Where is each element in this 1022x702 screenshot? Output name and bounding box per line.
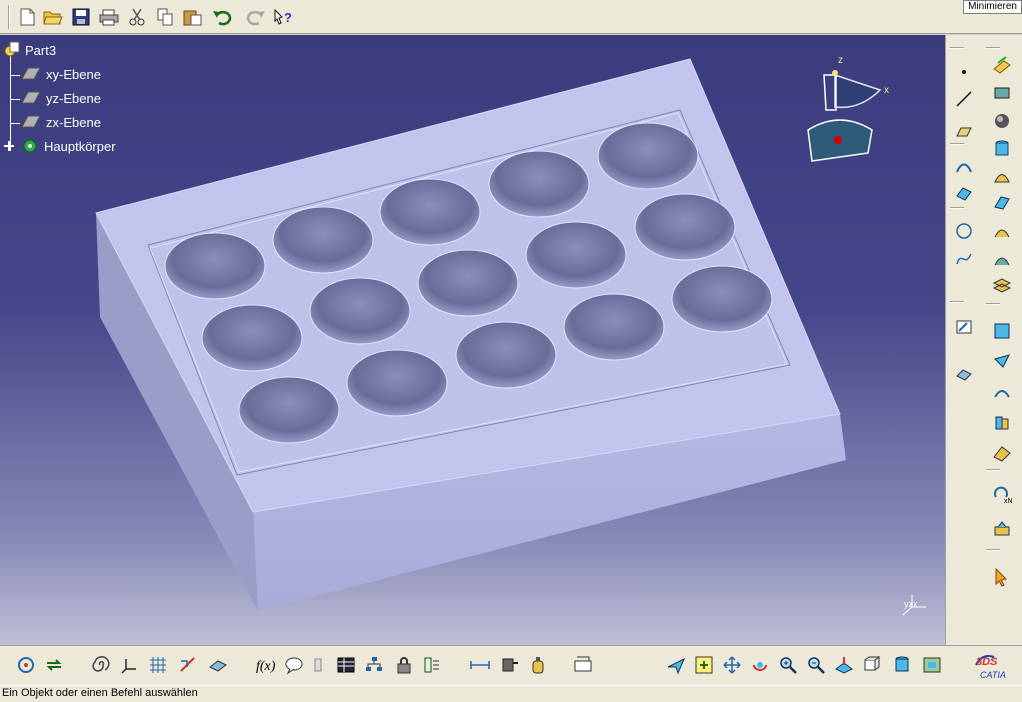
fillet-icon[interactable]: [990, 319, 1014, 343]
tree-item-label: yz-Ebene: [46, 90, 101, 106]
tree-item-label: xy-Ebene: [46, 66, 101, 82]
3d-viewport[interactable]: z x yzx Part3 xy-Ebene yz-Ebene zx-Ebene: [0, 35, 945, 645]
copy-icon[interactable]: [154, 6, 176, 28]
hierarchy-icon[interactable]: [362, 653, 386, 677]
print-icon[interactable]: [98, 6, 120, 28]
tree-item-main-body[interactable]: Hauptkörper: [2, 137, 116, 155]
hide-show-icon[interactable]: [920, 653, 944, 677]
expand-plus-icon[interactable]: [2, 137, 20, 155]
tree-item-yz-plane[interactable]: yz-Ebene: [20, 89, 101, 107]
zoom-in-icon[interactable]: [776, 653, 800, 677]
extract-icon[interactable]: [952, 361, 976, 385]
compass-x-label: x: [884, 85, 889, 96]
render-style-icon[interactable]: [890, 653, 914, 677]
surface-icon[interactable]: [952, 181, 976, 205]
catalog-icon[interactable]: [572, 653, 596, 677]
pattern-icon[interactable]: xN: [990, 483, 1014, 507]
tree-item-label: zx-Ebene: [46, 114, 101, 130]
stiffener-icon[interactable]: [990, 275, 1014, 299]
compass-z-label: z: [838, 55, 843, 66]
knowledge-icon[interactable]: [306, 653, 330, 677]
circle-icon[interactable]: [952, 219, 976, 243]
status-bar: Ein Objekt oder einen Befehl auswählen: [0, 685, 1022, 702]
remove-loft-icon[interactable]: [990, 247, 1014, 271]
pan-icon[interactable]: [720, 653, 744, 677]
snap-icon[interactable]: [176, 653, 200, 677]
lock-icon[interactable]: [392, 653, 416, 677]
right-toolbar: xN: [945, 35, 1022, 645]
svg-text:?: ?: [284, 10, 292, 25]
fly-mode-icon[interactable]: [14, 653, 38, 677]
measure-item-icon[interactable]: [498, 653, 522, 677]
plane-icon: [21, 67, 41, 80]
measure-inertia-icon[interactable]: [526, 653, 550, 677]
rib-icon[interactable]: [990, 191, 1014, 215]
line-icon[interactable]: [952, 87, 976, 111]
axis-label: yzx: [904, 599, 918, 609]
logo-text: CATIA: [980, 670, 1006, 680]
update-icon[interactable]: [42, 653, 66, 677]
logo-mark: 3DS: [976, 656, 998, 668]
select-cursor-icon[interactable]: [990, 565, 1014, 589]
status-message: Ein Objekt oder einen Befehl auswählen: [2, 687, 198, 699]
normal-view-icon[interactable]: [832, 653, 856, 677]
pad-icon[interactable]: [990, 53, 1014, 77]
sphere-icon[interactable]: [990, 109, 1014, 133]
cut-icon[interactable]: [126, 6, 148, 28]
tree-item-label: Hauptkörper: [44, 138, 116, 154]
scale-icon[interactable]: [990, 517, 1014, 541]
standard-toolbar: ? Minimieren: [0, 0, 1022, 34]
svg-text:f(x): f(x): [256, 659, 276, 674]
svg-text:xN: xN: [1004, 498, 1012, 505]
plane-tool-icon[interactable]: [952, 119, 976, 143]
bottom-toolbar: f(x) 3DS CATIA: [0, 645, 1022, 685]
part-model: z x yzx: [95, 55, 926, 616]
comment-icon[interactable]: [282, 653, 306, 677]
material-icon[interactable]: [206, 653, 230, 677]
formula-icon[interactable]: f(x): [254, 653, 278, 677]
new-icon[interactable]: [16, 6, 38, 28]
point-icon[interactable]: [952, 60, 976, 84]
paste-icon[interactable]: [182, 6, 204, 28]
spline-icon[interactable]: [952, 247, 976, 271]
plane-icon: [21, 115, 41, 128]
part-icon: [4, 41, 20, 57]
thickness-icon[interactable]: [990, 411, 1014, 435]
toolbar-separator: [8, 5, 10, 29]
draft-icon[interactable]: [990, 349, 1014, 373]
spiral-icon[interactable]: [88, 653, 112, 677]
tree-item-xy-plane[interactable]: xy-Ebene: [20, 65, 101, 83]
sketcher-icon[interactable]: [952, 315, 976, 339]
fly-icon[interactable]: [664, 653, 688, 677]
zoom-out-icon[interactable]: [804, 653, 828, 677]
compass-widget: [807, 70, 882, 162]
catia-logo: 3DS CATIA: [972, 651, 1016, 681]
whats-this-icon[interactable]: ?: [272, 6, 294, 28]
table-icon[interactable]: [334, 653, 358, 677]
cylinder-icon[interactable]: [990, 137, 1014, 161]
sketch-icon[interactable]: [952, 155, 976, 179]
grid-icon[interactable]: [146, 653, 170, 677]
minimize-button[interactable]: Minimieren: [963, 0, 1022, 14]
fit-all-icon[interactable]: [692, 653, 716, 677]
measure-between-icon[interactable]: [468, 653, 492, 677]
tree-root[interactable]: Part3: [2, 41, 56, 59]
redo-icon[interactable]: [244, 6, 266, 28]
loft-icon[interactable]: [990, 219, 1014, 243]
body-gear-icon: [23, 139, 37, 153]
thread-icon[interactable]: [990, 441, 1014, 465]
shaft-icon[interactable]: [990, 165, 1014, 189]
undo-icon[interactable]: [212, 6, 234, 28]
tree-root-label: Part3: [25, 42, 57, 58]
save-icon[interactable]: [70, 6, 92, 28]
open-icon[interactable]: [42, 6, 64, 28]
tree-item-zx-plane[interactable]: zx-Ebene: [20, 113, 101, 131]
shell-icon[interactable]: [990, 381, 1014, 405]
rotate-icon[interactable]: [748, 653, 772, 677]
axis-system-icon[interactable]: [118, 653, 142, 677]
parameters-icon[interactable]: [420, 653, 444, 677]
plane-icon: [21, 91, 41, 104]
pocket-icon[interactable]: [990, 81, 1014, 105]
views-icon[interactable]: [860, 653, 884, 677]
